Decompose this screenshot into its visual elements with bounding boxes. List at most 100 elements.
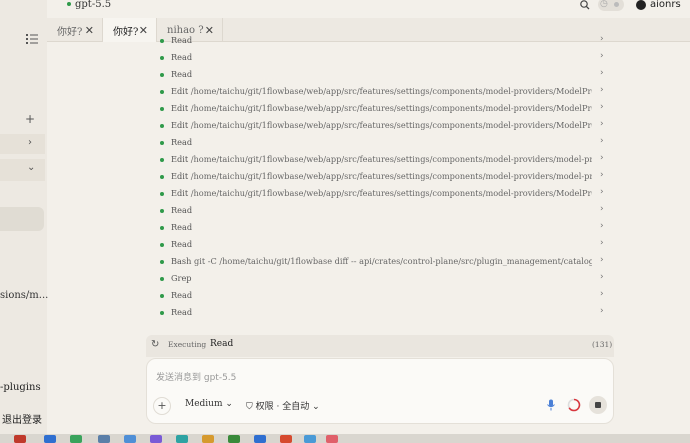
- tool-call-verb: Bash: [171, 256, 192, 266]
- chevron-down-icon[interactable]: ⌄: [27, 162, 35, 173]
- spinner-icon: ↻: [151, 339, 160, 350]
- tool-call-row[interactable]: Grep ›: [154, 271, 610, 288]
- tool-call-row[interactable]: Read ›: [154, 33, 610, 50]
- taskbar-app-icon[interactable]: [280, 435, 292, 443]
- taskbar-app-icon[interactable]: [124, 435, 136, 443]
- effort-select[interactable]: Medium ⌄: [185, 399, 233, 409]
- context-usage-ring: [567, 398, 581, 412]
- plus-icon[interactable]: +: [25, 112, 35, 126]
- effort-value: Medium: [185, 399, 223, 409]
- chevron-right-icon[interactable]: ›: [600, 187, 604, 197]
- chevron-right-icon[interactable]: ›: [600, 204, 604, 214]
- taskbar-app-icon[interactable]: [14, 435, 26, 443]
- chevron-right-icon[interactable]: ›: [600, 289, 604, 299]
- tool-call-verb: Read: [171, 205, 193, 215]
- chevron-right-icon[interactable]: ›: [600, 255, 604, 265]
- message-input[interactable]: 发送消息到 gpt-5.5: [156, 370, 236, 383]
- chevron-right-icon[interactable]: ›: [600, 170, 604, 180]
- status-dot: [160, 277, 164, 281]
- tool-call-verb: Grep: [171, 273, 192, 283]
- chevron-right-icon[interactable]: ›: [600, 238, 604, 248]
- logout-button[interactable]: 退出登录: [2, 411, 42, 426]
- tool-call-verb: Edit: [171, 171, 189, 181]
- tool-call-path: git -C /home/taichu/git/1flowbase diff -…: [193, 256, 592, 266]
- os-taskbar: [0, 434, 690, 443]
- avatar-icon[interactable]: [636, 0, 646, 10]
- sidebar: + › ⌄ sions/m... -plugins 退出登录: [0, 0, 48, 434]
- permission-select[interactable]: ⛉ 权限 · 全自动 ⌄: [246, 399, 320, 412]
- chevron-right-icon[interactable]: ›: [600, 272, 604, 282]
- tool-call-row[interactable]: Edit /home/taichu/git/1flowbase/web/app/…: [154, 152, 610, 169]
- tool-call-row[interactable]: Read ›: [154, 67, 610, 84]
- stop-button[interactable]: [589, 396, 607, 414]
- tool-call-row[interactable]: Read ›: [154, 305, 610, 322]
- chevron-right-icon[interactable]: ›: [600, 153, 604, 163]
- sidebar-selected-item[interactable]: [0, 207, 44, 231]
- tool-call-text: Edit /home/taichu/git/1flowbase/web/app/…: [171, 103, 592, 113]
- mic-icon[interactable]: [546, 399, 556, 411]
- sidebar-group-row[interactable]: [0, 134, 45, 154]
- tool-call-path: /home/taichu/git/1flowbase/web/app/src/f…: [190, 103, 592, 113]
- tool-call-row[interactable]: Edit /home/taichu/git/1flowbase/web/app/…: [154, 186, 610, 203]
- tool-call-row[interactable]: Read ›: [154, 237, 610, 254]
- taskbar-app-icon[interactable]: [326, 435, 338, 443]
- chevron-right-icon[interactable]: ›: [600, 102, 604, 112]
- taskbar-app-icon[interactable]: [254, 435, 266, 443]
- attach-plus-button[interactable]: +: [153, 397, 171, 415]
- tool-call-row[interactable]: Read ›: [154, 50, 610, 67]
- tool-call-text: Edit /home/taichu/git/1flowbase/web/app/…: [171, 171, 592, 181]
- taskbar-app-icon[interactable]: [304, 435, 316, 443]
- tool-count: (131): [592, 340, 613, 349]
- status-dot: [160, 226, 164, 230]
- taskbar-app-icon[interactable]: [202, 435, 214, 443]
- tool-call-row[interactable]: Edit /home/taichu/git/1flowbase/web/app/…: [154, 118, 610, 135]
- status-dot: [160, 209, 164, 213]
- tool-call-row[interactable]: Edit /home/taichu/git/1flowbase/web/app/…: [154, 101, 610, 118]
- list-icon[interactable]: [25, 32, 39, 46]
- chevron-right-icon[interactable]: ›: [600, 34, 604, 44]
- chevron-right-icon[interactable]: ›: [600, 85, 604, 95]
- tab-conversation-2[interactable]: 你好? ✕: [103, 18, 157, 42]
- close-icon[interactable]: ✕: [139, 24, 148, 37]
- tool-call-row[interactable]: Read ›: [154, 220, 610, 237]
- tool-call-path: /home/taichu/git/1flowbase/web/app/src/f…: [190, 120, 592, 130]
- status-dot: [160, 192, 164, 196]
- chevron-right-icon[interactable]: ›: [600, 68, 604, 78]
- taskbar-app-icon[interactable]: [70, 435, 82, 443]
- search-icon[interactable]: [579, 0, 591, 12]
- sidebar-group-row-expanded[interactable]: [0, 159, 45, 181]
- taskbar-app-icon[interactable]: [176, 435, 188, 443]
- permission-value: 权限 · 全自动: [255, 402, 310, 412]
- sidebar-item-plugins[interactable]: -plugins: [0, 382, 41, 393]
- chevron-right-icon[interactable]: ›: [600, 119, 604, 129]
- taskbar-app-icon[interactable]: [150, 435, 162, 443]
- close-icon[interactable]: ✕: [85, 24, 94, 37]
- sidebar-item-label[interactable]: sions/m...: [0, 290, 48, 301]
- chevron-right-icon[interactable]: ›: [600, 136, 604, 146]
- chevron-right-icon[interactable]: ›: [600, 221, 604, 231]
- tool-call-row[interactable]: Read ›: [154, 203, 610, 220]
- chevron-right-icon[interactable]: ›: [28, 137, 32, 148]
- tool-call-path: /home/taichu/git/1flowbase/web/app/src/f…: [190, 188, 592, 198]
- tab-conversation-1[interactable]: 你好? ✕: [47, 18, 103, 42]
- tool-call-row[interactable]: Edit /home/taichu/git/1flowbase/web/app/…: [154, 169, 610, 186]
- tool-call-text: Read: [171, 52, 592, 62]
- stop-icon: [595, 402, 601, 408]
- tool-call-row[interactable]: Read ›: [154, 288, 610, 305]
- model-name[interactable]: gpt-5.5: [75, 0, 111, 10]
- tool-call-row[interactable]: Edit /home/taichu/git/1flowbase/web/app/…: [154, 84, 610, 101]
- chevron-right-icon[interactable]: ›: [600, 306, 604, 316]
- taskbar-app-icon[interactable]: [228, 435, 240, 443]
- taskbar-app-icon[interactable]: [98, 435, 110, 443]
- username[interactable]: aionrs: [650, 0, 681, 10]
- tool-call-verb: Edit: [171, 188, 189, 198]
- chevron-down-icon: ⌄: [225, 399, 233, 409]
- tool-call-row[interactable]: Read ›: [154, 135, 610, 152]
- tab-label: 你好?: [113, 26, 139, 38]
- tool-call-text: Edit /home/taichu/git/1flowbase/web/app/…: [171, 188, 592, 198]
- tool-call-row[interactable]: Bash git -C /home/taichu/git/1flowbase d…: [154, 254, 610, 271]
- chevron-right-icon[interactable]: ›: [600, 51, 604, 61]
- taskbar-app-icon[interactable]: [44, 435, 56, 443]
- toggle-knob: [614, 2, 619, 7]
- message-composer[interactable]: 发送消息到 gpt-5.5 + Medium ⌄ ⛉ 权限 · 全自动 ⌄: [146, 358, 614, 424]
